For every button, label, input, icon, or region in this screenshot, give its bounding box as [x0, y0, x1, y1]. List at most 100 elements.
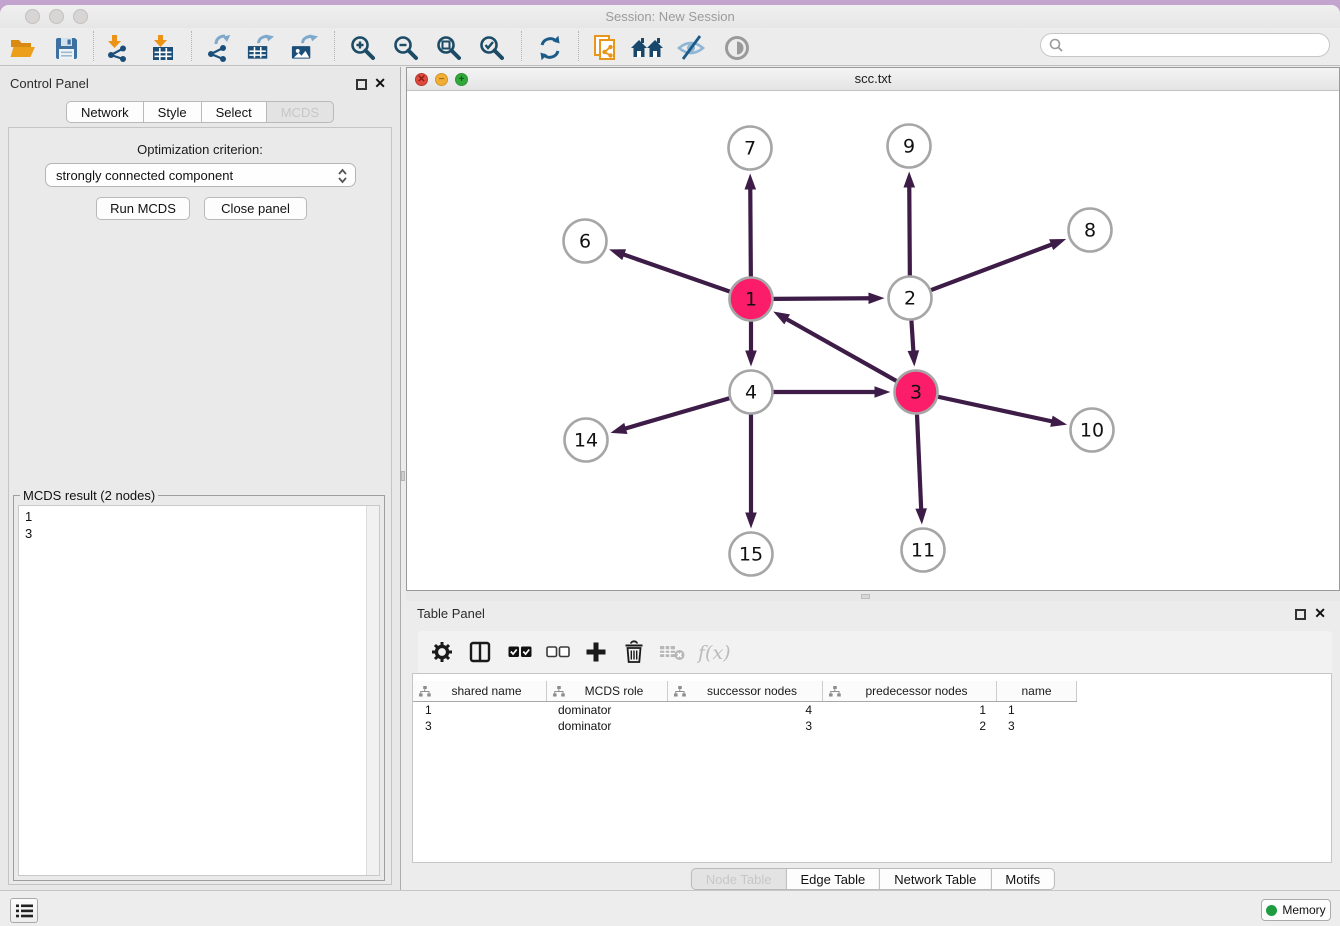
import-table-icon[interactable] [148, 33, 178, 63]
tab-network-table[interactable]: Network Table [879, 868, 991, 890]
network-edge-1-2[interactable] [773, 298, 871, 299]
float-table-panel-icon[interactable] [1295, 607, 1306, 625]
network-edge-4-14[interactable] [623, 398, 729, 429]
network-edge-2-3[interactable] [911, 320, 913, 353]
edge-arrowhead [1049, 239, 1066, 250]
network-edge-2-9[interactable] [909, 184, 910, 275]
network-edge-1-6[interactable] [621, 254, 729, 292]
network-edge-2-8[interactable] [931, 244, 1054, 290]
frame-maximize-icon[interactable]: + [455, 73, 468, 86]
network-node-7[interactable]: 7 [729, 127, 772, 170]
function-fx-icon[interactable]: f(x) [695, 638, 731, 666]
refresh-layout-icon[interactable] [535, 33, 565, 63]
table-cell[interactable]: 3 [668, 718, 823, 734]
column-header-shared-name[interactable]: shared name [413, 681, 547, 701]
mcds-result-textarea[interactable]: 13 [18, 505, 380, 876]
edge-arrowhead [875, 386, 891, 398]
table-cell[interactable]: 3 [997, 718, 1077, 734]
window-minimize-icon[interactable] [49, 9, 64, 24]
tab-edge-table[interactable]: Edge Table [785, 868, 880, 890]
show-all-icon[interactable] [720, 33, 754, 63]
export-network-icon[interactable] [203, 33, 233, 63]
search-input[interactable] [1064, 38, 1329, 52]
close-panel-icon[interactable]: ✕ [374, 78, 386, 89]
table-cell[interactable]: dominator [547, 702, 668, 718]
zoom-fit-icon[interactable] [434, 33, 464, 63]
frame-close-icon[interactable]: ✕ [415, 73, 428, 86]
delete-table-icon[interactable] [658, 638, 686, 666]
table-cell[interactable]: 1 [997, 702, 1077, 718]
mcds-tab-content: Optimization criterion: strongly connect… [8, 127, 392, 885]
network-node-15[interactable]: 15 [730, 533, 773, 576]
network-node-10[interactable]: 10 [1071, 409, 1114, 452]
table-cell[interactable]: dominator [547, 718, 668, 734]
horizontal-splitter-handle[interactable] [861, 594, 870, 599]
column-header-MCDS-role[interactable]: MCDS role [547, 681, 668, 701]
network-edge-3-1[interactable] [785, 318, 897, 381]
result-line: 1 [25, 508, 32, 525]
table-cell[interactable]: 1 [413, 702, 547, 718]
save-session-icon[interactable] [51, 33, 81, 63]
tab-node-table[interactable]: Node Table [691, 868, 787, 890]
window-close-icon[interactable] [25, 9, 40, 24]
tab-motifs[interactable]: Motifs [990, 868, 1055, 890]
network-node-4[interactable]: 4 [730, 371, 773, 414]
column-header-successor-nodes[interactable]: successor nodes [668, 681, 823, 701]
tab-select[interactable]: Select [201, 101, 267, 123]
clone-network-icon[interactable] [591, 33, 621, 63]
network-node-9[interactable]: 9 [888, 125, 931, 168]
network-node-8[interactable]: 8 [1069, 209, 1112, 252]
result-scrollbar[interactable] [366, 506, 379, 875]
hide-selected-icon[interactable] [675, 33, 709, 63]
table-cell[interactable]: 4 [668, 702, 823, 718]
table-row[interactable]: 3dominator323 [413, 718, 1331, 734]
gear-icon[interactable] [428, 638, 456, 666]
table-cell[interactable]: 1 [823, 702, 997, 718]
network-canvas[interactable]: 1 2 3 4 6 7 8 9 10 11 14 15 [407, 91, 1339, 590]
window-zoom-icon[interactable] [73, 9, 88, 24]
close-table-panel-icon[interactable]: ✕ [1314, 608, 1326, 619]
float-panel-icon[interactable] [356, 77, 367, 95]
optimization-criterion-select[interactable]: strongly connected component [45, 163, 356, 187]
add-icon[interactable] [582, 638, 610, 666]
delete-icon[interactable] [620, 638, 648, 666]
toolbar-separator [521, 31, 522, 61]
column-header-name[interactable]: name [997, 681, 1077, 701]
select-all-checkboxes-icon[interactable] [506, 638, 534, 666]
tab-mcds[interactable]: MCDS [266, 101, 334, 123]
vertical-splitter-handle[interactable] [401, 471, 405, 481]
deselect-checkboxes-icon[interactable] [544, 638, 572, 666]
network-node-2[interactable]: 2 [889, 277, 932, 320]
network-node-3[interactable]: 3 [895, 371, 938, 414]
zoom-selected-icon[interactable] [477, 33, 507, 63]
column-icon[interactable] [466, 638, 494, 666]
column-header-predecessor-nodes[interactable]: predecessor nodes [823, 681, 997, 701]
tab-style[interactable]: Style [143, 101, 202, 123]
run-mcds-button[interactable]: Run MCDS [96, 197, 190, 220]
frame-minimize-icon[interactable]: − [435, 73, 448, 86]
tab-network[interactable]: Network [66, 101, 144, 123]
network-node-14[interactable]: 14 [565, 419, 608, 462]
task-history-button[interactable] [10, 898, 38, 923]
horizontal-splitter[interactable] [406, 591, 1340, 601]
network-edge-3-10[interactable] [938, 397, 1054, 422]
search-field[interactable] [1040, 33, 1330, 57]
network-node-11[interactable]: 11 [902, 529, 945, 572]
import-network-icon[interactable] [102, 33, 132, 63]
table-cell[interactable]: 2 [823, 718, 997, 734]
table-row[interactable]: 1dominator411 [413, 702, 1331, 718]
first-neighbors-icon[interactable] [629, 33, 667, 63]
network-edge-1-7[interactable] [750, 186, 751, 276]
network-node-1[interactable]: 1 [730, 278, 773, 321]
memory-button[interactable]: Memory [1261, 899, 1331, 921]
zoom-in-icon[interactable] [348, 33, 378, 63]
table-cell[interactable]: 3 [413, 718, 547, 734]
export-image-icon[interactable] [289, 33, 319, 63]
zoom-out-icon[interactable] [391, 33, 421, 63]
network-edge-3-11[interactable] [917, 414, 921, 511]
open-session-icon[interactable] [8, 33, 38, 63]
node-table[interactable]: shared nameMCDS rolesuccessor nodesprede… [412, 673, 1332, 863]
close-panel-button[interactable]: Close panel [204, 197, 307, 220]
export-table-icon[interactable] [245, 33, 275, 63]
network-node-6[interactable]: 6 [564, 220, 607, 263]
